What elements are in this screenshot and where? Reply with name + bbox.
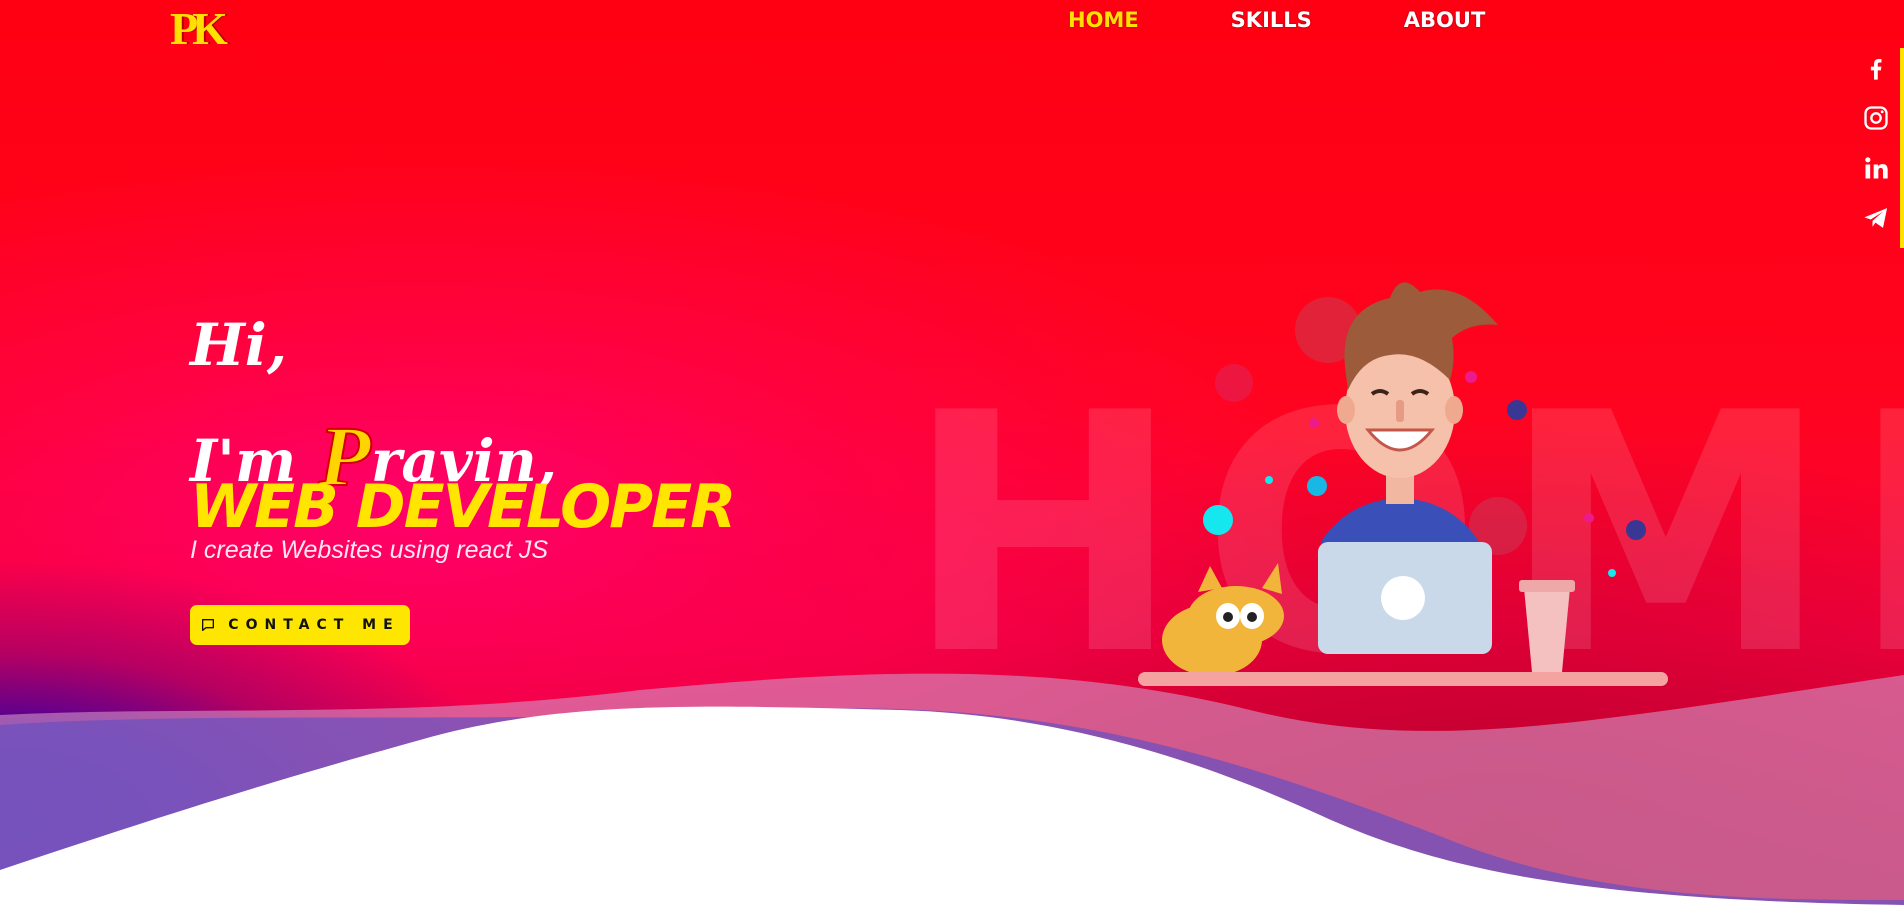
linkedin-icon[interactable] <box>1862 154 1890 182</box>
bubble <box>1307 476 1327 496</box>
nav-item-about[interactable]: ABOUT <box>1404 8 1486 32</box>
bubble <box>1626 520 1646 540</box>
telegram-icon[interactable] <box>1862 204 1890 232</box>
bubble <box>1608 569 1616 577</box>
bubble <box>1265 476 1273 484</box>
bubble <box>1465 371 1477 383</box>
bubble <box>1215 364 1253 402</box>
nav-item-home[interactable]: HOME <box>1068 8 1139 32</box>
social-links <box>1856 48 1904 248</box>
subtitle: I create Websites using react JS <box>190 536 549 564</box>
main-nav: HOME SKILLS ABOUT <box>1068 8 1577 32</box>
greeting: Hi, <box>190 311 288 379</box>
nav-item-skills[interactable]: SKILLS <box>1231 8 1312 32</box>
facebook-icon[interactable] <box>1862 54 1890 82</box>
bubble <box>1584 513 1594 523</box>
bottom-wave <box>0 673 1904 910</box>
logo[interactable]: PK <box>170 2 228 55</box>
bubble <box>1309 418 1319 428</box>
instagram-icon[interactable] <box>1862 104 1890 132</box>
bubble <box>1203 505 1233 535</box>
role-title: WEB DEVELOPER <box>190 472 736 542</box>
bubble <box>1507 400 1527 420</box>
